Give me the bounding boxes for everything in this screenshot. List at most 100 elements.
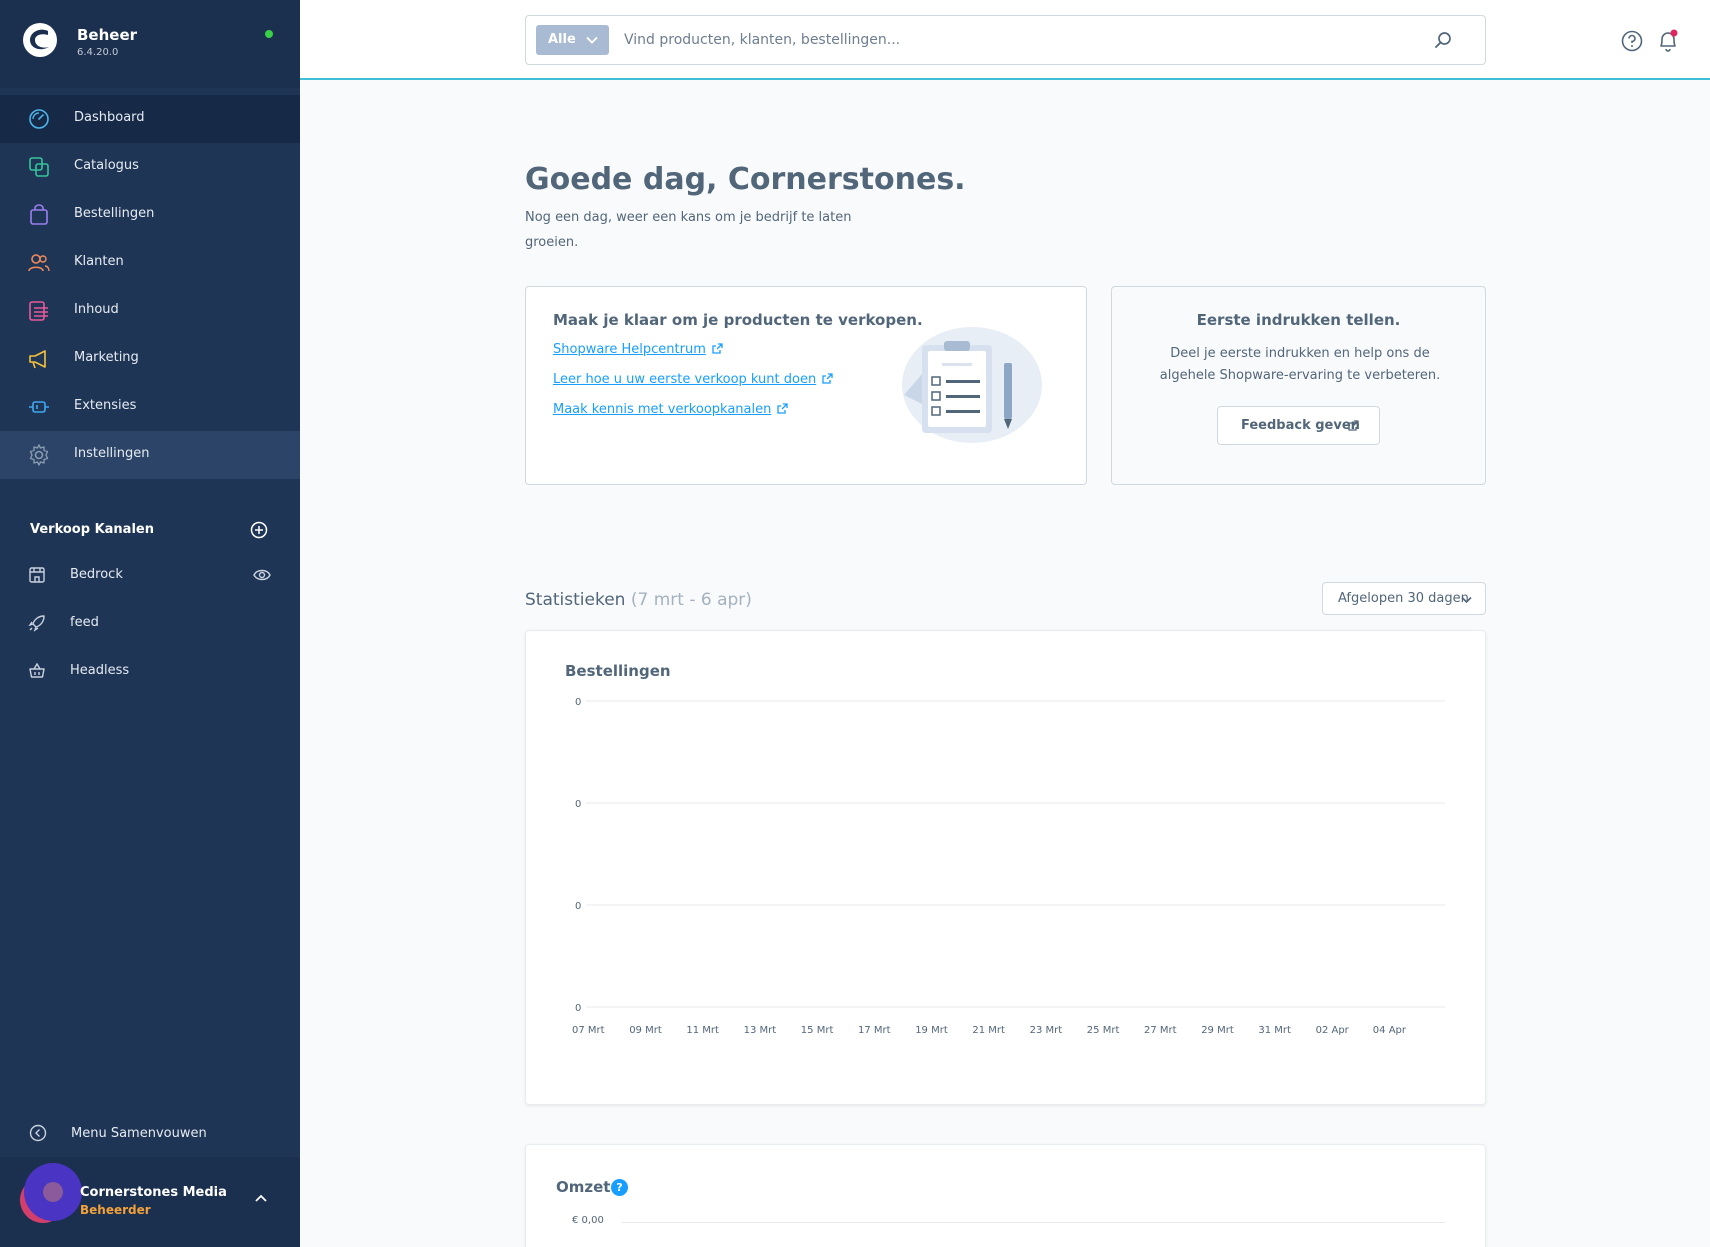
x-tick-label: 02 Apr [1316, 1025, 1350, 1036]
plug-icon [29, 401, 49, 413]
help-icon[interactable] [1621, 30, 1643, 52]
chevron-up-icon[interactable] [254, 1193, 268, 1203]
notification-bell-icon[interactable] [1657, 29, 1679, 53]
search-type-select[interactable]: Alle [536, 25, 609, 55]
avatar[interactable] [24, 1163, 82, 1221]
nav-item-dashboard[interactable]: Dashboard [0, 95, 300, 143]
user-menu[interactable]: Cornerstones Media Beheerder [0, 1157, 300, 1247]
x-tick-label: 21 Mrt [972, 1025, 1005, 1036]
rocket-icon [28, 615, 45, 632]
user-role: Beheerder [80, 1203, 151, 1217]
users-icon [28, 254, 50, 272]
x-tick-label: 25 Mrt [1087, 1025, 1120, 1036]
sales-channel-bedrock[interactable]: Bedrock [0, 552, 300, 600]
external-link-icon [712, 343, 723, 354]
chevron-down-icon [586, 36, 598, 44]
brand-header: Beheer 6.4.20.0 [0, 0, 300, 88]
feedback-title: Eerste indrukken tellen. [1196, 311, 1401, 329]
basket-icon [29, 662, 45, 678]
dashboard-content: Goede dag, Cornerstones. Nog een dag, we… [300, 82, 1710, 1247]
sales-channels-title: Verkoop Kanalen [30, 522, 154, 537]
chevron-down-icon [1461, 596, 1472, 604]
storefront-icon [29, 567, 45, 583]
brand-version: 6.4.20.0 [77, 47, 119, 58]
topbar: Alle [300, 0, 1710, 80]
nav-item-catalogus[interactable]: Catalogus [0, 143, 300, 191]
external-link-icon [1348, 420, 1359, 431]
catalog-icon [29, 157, 49, 177]
add-sales-channel-icon[interactable] [250, 521, 268, 539]
nav-label: Catalogus [74, 158, 139, 173]
help-center-link[interactable]: Shopware Helpcentrum [553, 342, 833, 361]
first-sale-link[interactable]: Leer hoe u uw eerste verkoop kunt doen [553, 372, 833, 391]
nav-item-marketing[interactable]: Marketing [0, 335, 300, 383]
nav-label: Inhoud [74, 302, 119, 317]
feedback-card: Eerste indrukken tellen. Deel je eerste … [1111, 286, 1486, 485]
nav-item-klanten[interactable]: Klanten [0, 239, 300, 287]
sales-channel-list: Bedrock feed Headless [0, 552, 300, 696]
range-select[interactable]: Afgelopen 30 dagen [1322, 582, 1486, 615]
y-tick-label: 0 [575, 697, 581, 708]
y-tick-label: 0 [575, 1003, 581, 1014]
avatar-dot [43, 1182, 63, 1202]
y-tick-label: 0 [575, 799, 581, 810]
nav-item-inhoud[interactable]: Inhoud [0, 287, 300, 335]
brand-title: Beheer [77, 26, 138, 44]
eye-icon[interactable] [253, 568, 271, 582]
collapse-menu-button[interactable]: Menu Samenvouwen [0, 1116, 300, 1152]
search-input[interactable] [624, 25, 1404, 55]
revenue-chart-card: Omzet ? € 0,00 [525, 1144, 1486, 1247]
x-tick-label: 31 Mrt [1258, 1025, 1291, 1036]
x-tick-label: 17 Mrt [858, 1025, 891, 1036]
statistics-title: Statistieken (7 mrt - 6 apr) [525, 590, 752, 610]
nav-item-extensies[interactable]: Extensies [0, 383, 300, 431]
search-icon[interactable] [1432, 29, 1454, 51]
x-tick-label: 23 Mrt [1030, 1025, 1063, 1036]
greeting-subtitle: Nog een dag, weer een kans om je bedrijf… [525, 210, 852, 250]
orders-chart: 0 0 0 0 07 Mrt 09 Mrt 11 Mrt 13 Mrt 15 Mrt 17 Mrt… [572, 697, 1445, 1036]
getting-started-card: Maak je klaar om je producten te verkope… [525, 286, 1087, 485]
orders-chart-title: Bestellingen [565, 662, 671, 680]
feedback-button-label: Feedback geven [1241, 418, 1360, 433]
x-tick-label: 27 Mrt [1144, 1025, 1177, 1036]
statistics-label: Statistieken [525, 590, 626, 610]
nav-label: Instellingen [74, 446, 150, 461]
link-text: Shopware Helpcentrum [553, 342, 706, 357]
statistics-range: (7 mrt - 6 apr) [630, 590, 752, 610]
revenue-chart-title: Omzet [556, 1178, 611, 1196]
sales-channel-label: feed [70, 615, 99, 630]
feedback-button[interactable]: Feedback geven [1217, 406, 1380, 445]
user-name: Cornerstones Media [80, 1185, 227, 1200]
nav-item-bestellingen[interactable]: Bestellingen [0, 191, 300, 239]
revenue-y-tick: € 0,00 [572, 1215, 604, 1226]
x-tick-label: 09 Mrt [629, 1025, 662, 1036]
search-type-label: Alle [548, 32, 576, 47]
nav-item-instellingen[interactable]: Instellingen [0, 431, 300, 479]
nav-label: Dashboard [74, 110, 145, 125]
nav-label: Klanten [74, 254, 124, 269]
x-tick-label: 19 Mrt [915, 1025, 948, 1036]
main-navigation: Dashboard Catalogus Bestellingen Klanten… [0, 95, 300, 479]
megaphone-icon [29, 350, 46, 369]
sales-channel-feed[interactable]: feed [0, 600, 300, 648]
getting-started-links: Shopware Helpcentrum Leer hoe u uw eerst… [553, 342, 833, 432]
x-tick-label: 11 Mrt [686, 1025, 719, 1036]
online-status-dot [265, 30, 273, 38]
sales-channel-headless[interactable]: Headless [0, 648, 300, 696]
link-text: Leer hoe u uw eerste verkoop kunt doen [553, 372, 817, 387]
x-tick-label: 07 Mrt [572, 1025, 605, 1036]
sales-channels-link[interactable]: Maak kennis met verkoopkanalen [553, 402, 833, 421]
dashboard-icon [29, 109, 49, 129]
sales-channel-label: Bedrock [70, 567, 123, 582]
nav-label: Marketing [74, 350, 139, 365]
x-tick-label: 13 Mrt [744, 1025, 777, 1036]
shopping-bag-icon [30, 204, 48, 225]
x-tick-label: 29 Mrt [1201, 1025, 1234, 1036]
collapse-label: Menu Samenvouwen [71, 1126, 207, 1141]
external-link-icon [822, 373, 833, 384]
help-tooltip-icon[interactable]: ? [611, 1179, 628, 1196]
nav-label: Bestellingen [74, 206, 155, 221]
shopware-logo-icon [23, 23, 57, 57]
sidebar: Beheer 6.4.20.0 Dashboard Catalogus Best… [0, 0, 300, 1247]
orders-chart-card: Bestellingen 0 0 0 0 07 Mrt 09 Mrt 11 Mrt 13 Mr… [525, 630, 1486, 1105]
